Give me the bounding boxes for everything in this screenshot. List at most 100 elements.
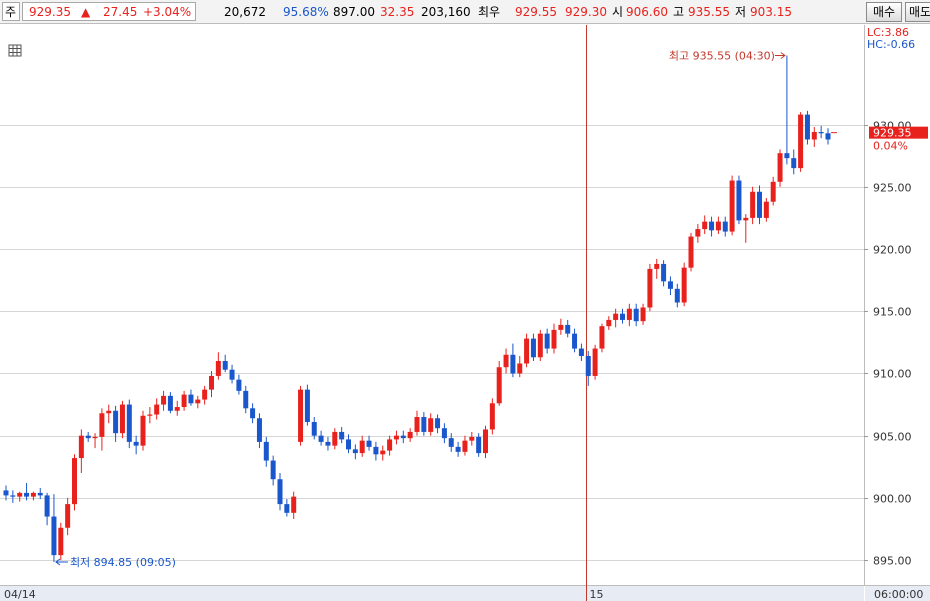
candle-body: [620, 313, 625, 320]
candle-body: [681, 267, 687, 303]
open-price: 906.60: [626, 5, 668, 19]
candle-body: [585, 356, 591, 376]
candle-body: [640, 307, 646, 322]
candle-body: [85, 435, 91, 439]
candle-body: [181, 394, 187, 408]
candle-body: [346, 439, 351, 450]
candle-body: [414, 417, 420, 432]
candle-body: [798, 114, 804, 169]
sell-button[interactable]: 매도: [905, 2, 930, 22]
candle-body: [702, 221, 708, 230]
candle-body: [236, 379, 242, 391]
candle-body: [476, 436, 482, 454]
candle-body: [750, 191, 756, 218]
candle-body: [455, 446, 461, 452]
candle: [681, 262, 687, 307]
candle: [58, 522, 64, 561]
candle-body: [524, 338, 530, 364]
candle-body: [428, 418, 434, 432]
candle-body: [407, 431, 413, 439]
candle-body: [626, 308, 632, 320]
current-price: 929.35: [29, 5, 71, 19]
candle-body: [613, 313, 619, 320]
candle-body: [106, 410, 112, 414]
candle-body: [58, 527, 64, 556]
candle: [489, 398, 495, 435]
candle-body: [722, 221, 728, 232]
candle: [729, 175, 735, 236]
candle-body: [161, 395, 167, 405]
candle-body: [770, 181, 776, 202]
candle-body: [65, 504, 71, 528]
grid-icon[interactable]: [8, 44, 22, 57]
candle-body: [791, 158, 797, 169]
change-arrow-icon: ▲: [81, 5, 91, 19]
candle-body: [37, 492, 43, 496]
current-price-label: 929.35: [873, 127, 912, 140]
candle-body: [448, 438, 454, 447]
candle: [298, 385, 304, 446]
candle: [777, 149, 783, 187]
candle: [72, 454, 77, 511]
candle-body: [318, 435, 324, 442]
candle-body: [804, 114, 810, 140]
candle-body: [510, 354, 516, 374]
candle-body: [592, 348, 598, 376]
high-annotation: 최고 935.55 (04:30): [669, 49, 775, 62]
hc-label: HC:-0.66: [867, 38, 915, 51]
candle-body: [250, 408, 256, 419]
candle-body: [572, 333, 578, 349]
candle-body: [661, 263, 667, 282]
price-box: 929.35 ▲ 27.45 +3.04%: [22, 2, 196, 21]
candle-body: [483, 429, 488, 454]
candle-body: [209, 375, 214, 390]
candle-body: [339, 431, 345, 440]
candle-body: [400, 435, 406, 439]
x-axis-band: [0, 585, 864, 601]
code-box[interactable]: 주: [2, 2, 20, 21]
candle-body: [551, 329, 557, 349]
chart-background: [0, 25, 930, 601]
candle-body: [387, 439, 393, 451]
candlestick-chart[interactable]: 930.00925.00920.00915.00910.00905.00900.…: [0, 25, 930, 601]
candle-body: [366, 440, 372, 447]
candle-body: [647, 268, 653, 308]
candle-body: [811, 132, 817, 140]
candle-body: [757, 191, 762, 218]
candle-body: [256, 418, 262, 442]
candle-body: [599, 326, 605, 349]
low-price: 903.15: [750, 5, 792, 19]
candle-body: [633, 308, 639, 322]
candle: [736, 175, 742, 225]
candle-body: [435, 418, 441, 429]
candle-body: [825, 133, 831, 140]
candle-body: [352, 449, 358, 454]
open-label: 시: [612, 5, 624, 19]
candle-body: [30, 492, 36, 497]
candle-body: [147, 414, 153, 416]
candle-body: [469, 436, 475, 441]
candle-body: [441, 428, 447, 439]
candle-body: [558, 324, 564, 330]
candle-body: [202, 389, 208, 400]
high-price: 935.55: [688, 5, 730, 19]
candle-body: [229, 369, 235, 380]
candle: [304, 384, 310, 426]
candle: [496, 361, 502, 406]
candle-body: [72, 458, 77, 505]
buy-button[interactable]: 매수: [866, 2, 902, 22]
value-c: 203,160: [421, 5, 471, 19]
candle-body: [3, 490, 9, 496]
candle-body: [709, 221, 715, 231]
y-tick-label: 925.00: [873, 182, 912, 195]
candle-body: [332, 431, 338, 446]
candle-body: [373, 446, 379, 455]
candle-body: [10, 495, 16, 497]
candle-body: [517, 363, 523, 374]
low-annotation: 최저 894.85 (09:05): [70, 556, 176, 569]
candle: [804, 110, 810, 145]
candle: [592, 344, 598, 380]
candle-body: [270, 460, 276, 480]
candle-body: [667, 281, 673, 289]
candle-body: [729, 180, 735, 232]
